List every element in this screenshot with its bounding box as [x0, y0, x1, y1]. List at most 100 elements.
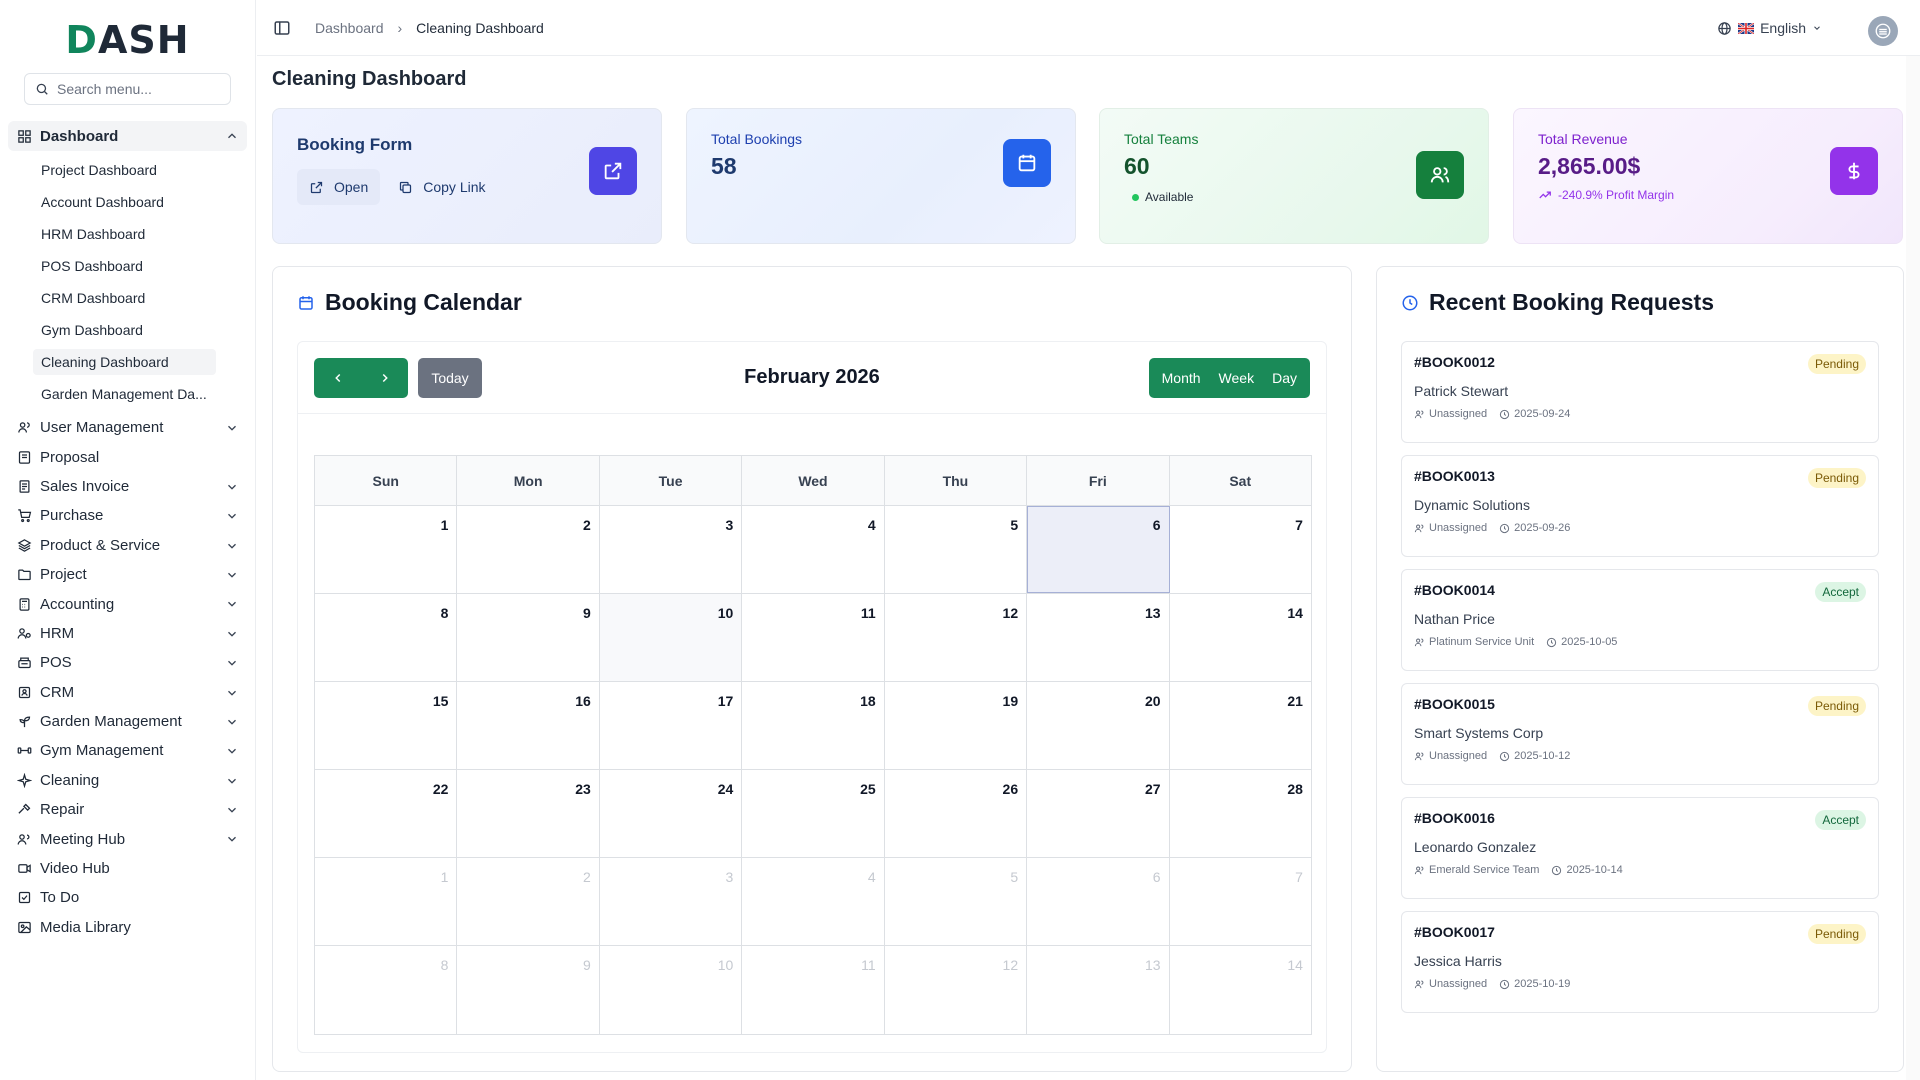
- booking-request-card[interactable]: #BOOK0015 Pending Smart Systems Corp Unassi…: [1401, 683, 1879, 785]
- calendar-day-other-month[interactable]: 11: [742, 946, 885, 1034]
- sidebar-item-pos[interactable]: POS: [8, 648, 247, 677]
- calendar-day[interactable]: 7: [1170, 506, 1311, 593]
- sidebar-item-hrm[interactable]: HRM: [8, 619, 247, 648]
- calendar-day-other-month[interactable]: 9: [457, 946, 600, 1034]
- building-icon: [1875, 23, 1891, 39]
- calendar-day-other-month[interactable]: 6: [1027, 858, 1170, 945]
- search-icon: [36, 83, 48, 95]
- booking-request-card[interactable]: #BOOK0012 Pending Patrick Stewart Unassigne…: [1401, 341, 1879, 443]
- calendar-day[interactable]: 5: [885, 506, 1028, 593]
- sidebar-item-product-service[interactable]: Product & Service: [8, 531, 247, 560]
- language-selector[interactable]: English: [1717, 20, 1822, 36]
- submenu-cleaning-dashboard[interactable]: Cleaning Dashboard: [8, 346, 247, 378]
- search-input[interactable]: [57, 81, 227, 97]
- sidebar-item-label: To Do: [40, 889, 80, 907]
- clock-icon: [1402, 295, 1418, 310]
- sidebar-item-media-library[interactable]: Media Library: [8, 913, 247, 942]
- calendar-day[interactable]: 25: [742, 770, 885, 857]
- sidebar-item-repair[interactable]: Repair: [8, 795, 247, 824]
- submenu-garden-dashboard[interactable]: Garden Management Da...: [8, 378, 247, 410]
- calendar-day[interactable]: 6: [1027, 506, 1170, 593]
- calendar-day-other-month[interactable]: 2: [457, 858, 600, 945]
- booking-calendar-header: Booking Calendar: [273, 267, 1351, 338]
- sidebar-item-garden-management[interactable]: Garden Management: [8, 707, 247, 736]
- calendar-day[interactable]: 22: [315, 770, 458, 857]
- calendar-day-other-month[interactable]: 10: [600, 946, 743, 1034]
- sidebar-item-video-hub[interactable]: Video Hub: [8, 854, 247, 883]
- sidebar-item-gym-management[interactable]: Gym Management: [8, 736, 247, 765]
- sidebar-item-to-do[interactable]: To Do: [8, 883, 247, 912]
- calendar-day[interactable]: 23: [457, 770, 600, 857]
- booking-request-card[interactable]: #BOOK0013 Pending Dynamic Solutions Unassig…: [1401, 455, 1879, 557]
- calendar-day[interactable]: 2: [457, 506, 600, 593]
- open-form-button[interactable]: Open: [297, 169, 381, 205]
- calendar-day[interactable]: 19: [885, 682, 1028, 769]
- sidebar-item-crm[interactable]: CRM: [8, 678, 247, 707]
- calendar-day[interactable]: 11: [742, 594, 885, 681]
- booking-request-card[interactable]: #BOOK0014 Accept Nathan Price Platinum Serv…: [1401, 569, 1879, 671]
- calendar-day[interactable]: 15: [315, 682, 458, 769]
- calendar-day-other-month[interactable]: 12: [885, 946, 1028, 1034]
- view-day-button[interactable]: Day: [1263, 370, 1306, 386]
- submenu-crm-dashboard[interactable]: CRM Dashboard: [8, 282, 247, 314]
- sidebar-item-meeting-hub[interactable]: Meeting Hub: [8, 824, 247, 853]
- sidebar-toggle-icon[interactable]: [273, 19, 291, 37]
- calendar-day-other-month[interactable]: 3: [600, 858, 743, 945]
- calendar-day[interactable]: 10: [599, 594, 743, 681]
- request-date: 2025-10-05: [1546, 636, 1617, 648]
- calendar-day[interactable]: 9: [457, 594, 600, 681]
- calendar-day-other-month[interactable]: 4: [742, 858, 885, 945]
- booking-request-card[interactable]: #BOOK0017 Pending Jessica Harris Unassigned…: [1401, 911, 1879, 1013]
- logo[interactable]: D ASH: [0, 0, 255, 80]
- calendar-day-other-month[interactable]: 13: [1027, 946, 1170, 1034]
- calendar-day-other-month[interactable]: 14: [1170, 946, 1311, 1034]
- calendar-day[interactable]: 8: [315, 594, 458, 681]
- view-month-button[interactable]: Month: [1153, 370, 1210, 386]
- sidebar-item-user-management[interactable]: User Management: [8, 413, 247, 442]
- calendar-day-other-month[interactable]: 7: [1170, 858, 1311, 945]
- calendar-day[interactable]: 1: [315, 506, 458, 593]
- avatar[interactable]: [1868, 16, 1898, 46]
- sidebar-item-proposal[interactable]: Proposal: [8, 442, 247, 471]
- sidebar-item-cleaning[interactable]: Cleaning: [8, 766, 247, 795]
- calendar-day-other-month[interactable]: 1: [315, 858, 458, 945]
- calendar-day[interactable]: 27: [1027, 770, 1170, 857]
- calendar-day[interactable]: 13: [1027, 594, 1170, 681]
- sidebar-item-project[interactable]: Project: [8, 560, 247, 589]
- sidebar-item-accounting[interactable]: Accounting: [8, 589, 247, 618]
- calendar-day[interactable]: 12: [885, 594, 1028, 681]
- calendar-day[interactable]: 3: [600, 506, 743, 593]
- calendar-day[interactable]: 18: [742, 682, 885, 769]
- calendar-day[interactable]: 28: [1170, 770, 1311, 857]
- calendar-day[interactable]: 4: [742, 506, 885, 593]
- submenu-project-dashboard[interactable]: Project Dashboard: [8, 154, 247, 186]
- calendar-day[interactable]: 16: [457, 682, 600, 769]
- calendar-day[interactable]: 24: [600, 770, 743, 857]
- calendar-day[interactable]: 17: [600, 682, 743, 769]
- calendar-day[interactable]: 26: [885, 770, 1028, 857]
- calendar-day-other-month[interactable]: 5: [885, 858, 1028, 945]
- calendar-day[interactable]: 20: [1027, 682, 1170, 769]
- submenu-gym-dashboard[interactable]: Gym Dashboard: [8, 314, 247, 346]
- calendar-day[interactable]: 14: [1170, 594, 1311, 681]
- dashboard-submenu: Project Dashboard Account Dashboard HRM …: [8, 154, 247, 410]
- request-date-label: 2025-09-24: [1514, 408, 1571, 420]
- search-box[interactable]: [24, 73, 231, 105]
- request-team-label: Platinum Service Unit: [1429, 636, 1535, 648]
- booking-request-card[interactable]: #BOOK0016 Accept Leonardo Gonzalez Emerald …: [1401, 797, 1879, 899]
- calendar-day[interactable]: 21: [1170, 682, 1311, 769]
- submenu-account-dashboard[interactable]: Account Dashboard: [8, 186, 247, 218]
- sidebar-item-dashboard[interactable]: Dashboard: [8, 121, 247, 151]
- breadcrumb-dashboard[interactable]: Dashboard: [315, 20, 384, 36]
- submenu-pos-dashboard[interactable]: POS Dashboard: [8, 250, 247, 282]
- booking-form-icon-button[interactable]: [589, 147, 637, 195]
- request-meta: Unassigned 2025-10-12: [1414, 750, 1866, 762]
- submenu-hrm-dashboard[interactable]: HRM Dashboard: [8, 218, 247, 250]
- sidebar-item-sales-invoice[interactable]: Sales Invoice: [8, 472, 247, 501]
- calendar-day-other-month[interactable]: 8: [315, 946, 458, 1034]
- request-id: #BOOK0012: [1414, 354, 1495, 370]
- copy-link-button[interactable]: Copy Link: [386, 169, 497, 205]
- sidebar-item-purchase[interactable]: Purchase: [8, 501, 247, 530]
- page-scrollbar[interactable]: [1906, 56, 1920, 1080]
- view-week-button[interactable]: Week: [1210, 370, 1264, 386]
